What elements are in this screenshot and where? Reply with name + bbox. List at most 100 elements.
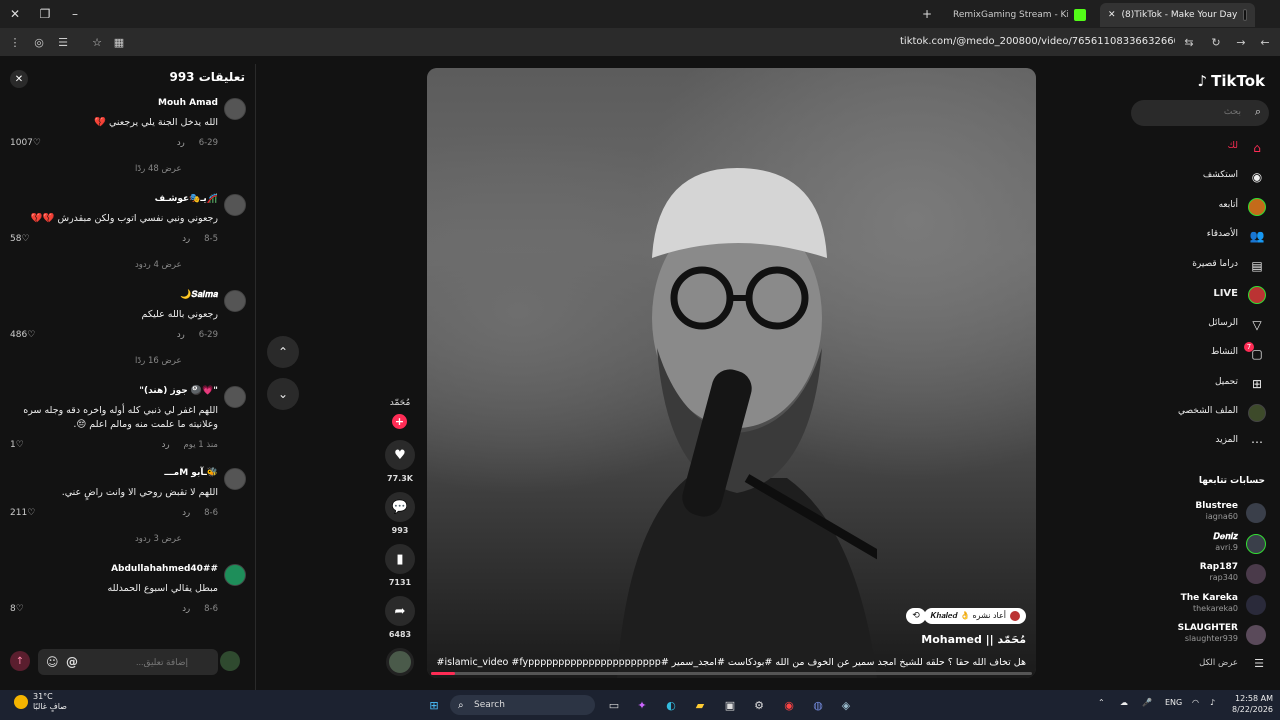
comment-author[interactable]: مـــM ـآبو🐝 [164, 468, 218, 478]
search-icon[interactable]: ⌕ [1255, 105, 1261, 119]
like-count[interactable]: 1♡ [10, 440, 24, 450]
nav-friends[interactable]: 👥 الأصدقاء [1124, 224, 1280, 248]
view-replies-button[interactable]: عرض 4 ردود [135, 260, 182, 270]
tab-close-icon[interactable]: ✕ [1108, 10, 1116, 20]
reply-button[interactable]: رد [162, 440, 170, 450]
nav-explore[interactable]: ◉ استكشف [1124, 165, 1280, 189]
share-icon[interactable]: ➦ [385, 596, 415, 626]
nav-for-you[interactable]: ⌂ لك [1124, 136, 1280, 160]
back-icon[interactable]: ← [1254, 28, 1276, 56]
video-player[interactable]: 𝑲𝒉𝒂𝒍𝒆𝒅 👌 أعاد نشره ⟲ Mohamed || مُحَمّد … [427, 68, 1036, 678]
follow-button[interactable]: + [392, 414, 407, 429]
avatar[interactable] [224, 468, 246, 490]
like-action[interactable]: ♥ 77.3K [383, 440, 417, 483]
like-count[interactable]: 1007♡ [10, 138, 41, 148]
mention-icon[interactable]: @ [66, 655, 78, 669]
nav-following[interactable]: أتابعه [1124, 195, 1280, 219]
comment-input-box[interactable]: ☺ @ [38, 649, 218, 675]
microphone-icon[interactable]: 🎤 [1142, 698, 1152, 707]
reading-list-icon[interactable]: ☰ [52, 28, 74, 56]
reply-button[interactable]: رد [177, 138, 185, 148]
bookmark-icon[interactable]: ▮ [385, 544, 415, 574]
cloud-icon[interactable]: ☁ [1120, 698, 1128, 707]
avatar[interactable] [224, 290, 246, 312]
reply-button[interactable]: رد [182, 234, 190, 244]
extension-icon[interactable]: ▦ [108, 28, 130, 56]
copilot-icon[interactable]: ✦ [632, 695, 652, 715]
video-progress-bar[interactable] [431, 672, 1032, 675]
file-explorer-icon[interactable]: ▰ [690, 695, 710, 715]
nav-live[interactable]: LIVE [1124, 283, 1280, 307]
store-icon[interactable]: ▣ [720, 695, 740, 715]
new-tab-icon[interactable]: + [912, 0, 942, 28]
reload-icon[interactable]: ↻ [1205, 28, 1227, 56]
author-name-short[interactable]: مُحَمّد [386, 398, 414, 408]
nav-short-drama[interactable]: ▤ دراما قصيرة [1124, 254, 1280, 278]
tab-tiktok[interactable]: ✕ (8)TikTok - Make Your Day [1100, 3, 1255, 27]
avatar[interactable] [224, 98, 246, 120]
share-action[interactable]: ➦ 6483 [383, 596, 417, 639]
site-settings-icon[interactable]: ⇆ [1178, 28, 1200, 56]
restore-window-icon[interactable]: ❐ [30, 0, 60, 28]
like-count[interactable]: 58♡ [10, 234, 30, 244]
reply-button[interactable]: رد [182, 508, 190, 518]
windows-start-icon[interactable]: ⊞ [424, 695, 444, 715]
close-window-icon[interactable]: ✕ [0, 0, 30, 28]
next-video-button[interactable]: ⌄ [267, 378, 299, 410]
nav-messages[interactable]: ▽ الرسائل [1124, 313, 1280, 337]
tiktok-logo[interactable]: ♪ TikTok [1198, 72, 1265, 90]
previous-video-button[interactable]: ⌃ [267, 336, 299, 368]
taskbar-search[interactable]: ⌕ Search [450, 695, 595, 715]
following-account[interactable]: Blustree iagna60 [1124, 499, 1280, 527]
tab-kick[interactable]: RemixGaming Stream - Kick Da [945, 3, 1095, 27]
video-author-name[interactable]: Mohamed || مُحَمّد [921, 633, 1026, 646]
profile-icon[interactable]: ◎ [28, 28, 50, 56]
nav-activity[interactable]: ▢ 7 النشاط [1124, 342, 1280, 366]
like-count[interactable]: 486♡ [10, 330, 35, 340]
following-account[interactable]: 𝑫𝒆𝒏𝒊𝒛 avri.9 [1124, 530, 1280, 558]
view-replies-button[interactable]: عرض 16 ردًا [135, 356, 182, 366]
minimize-window-icon[interactable]: – [60, 0, 90, 28]
comment-author[interactable]: "جوز (هند) 🎱💗" [139, 386, 218, 396]
avatar[interactable] [224, 386, 246, 408]
nav-profile[interactable]: الملف الشخصي [1124, 401, 1280, 425]
following-account[interactable]: The Kareka thekareka0 [1124, 591, 1280, 619]
repost-tag[interactable]: 𝑲𝒉𝒂𝒍𝒆𝒅 👌 أعاد نشره [924, 608, 1026, 624]
favorite-star-icon[interactable]: ☆ [86, 28, 108, 56]
search-input[interactable] [1151, 106, 1241, 116]
discord-icon[interactable]: ◍ [808, 695, 828, 715]
comment-author[interactable]: Abdullahahmed40## [111, 564, 218, 574]
music-disc-icon[interactable] [386, 648, 414, 676]
view-replies-button[interactable]: عرض 3 ردود [135, 534, 182, 544]
task-view-icon[interactable]: ▭ [604, 695, 624, 715]
close-comments-icon[interactable]: ✕ [10, 70, 28, 88]
see-all-button[interactable]: ☰ عرض الكل [1124, 656, 1280, 676]
send-comment-button[interactable]: ↑ [10, 651, 30, 671]
tray-chevron-up-icon[interactable]: ⌃ [1098, 698, 1105, 707]
avatar[interactable] [224, 564, 246, 586]
comment-author[interactable]: Mouh Amad [158, 98, 218, 108]
nav-upload[interactable]: ⊞ تحميل [1124, 372, 1280, 396]
forward-icon[interactable]: → [1230, 28, 1252, 56]
comment-icon[interactable]: 💬 [385, 492, 415, 522]
like-count[interactable]: 211♡ [10, 508, 35, 518]
avatar[interactable] [224, 194, 246, 216]
bookmark-action[interactable]: ▮ 7131 [383, 544, 417, 587]
steam-icon[interactable]: ◈ [836, 695, 856, 715]
settings-gear-icon[interactable]: ⚙ [749, 695, 769, 715]
reply-button[interactable]: رد [177, 330, 185, 340]
url-field[interactable]: tiktok.com/@medo_200800/video/7656110833… [900, 36, 1175, 47]
repost-icon[interactable]: ⟲ [906, 608, 926, 624]
comment-author[interactable]: يـ🎭عوشـف🎢 [155, 194, 218, 204]
following-account[interactable]: SLAUGHTER slaughter939 [1124, 621, 1280, 649]
menu-dots-icon[interactable]: ⋮ [4, 28, 26, 56]
volume-icon[interactable]: ♪ [1210, 698, 1215, 707]
comment-input[interactable] [88, 657, 188, 667]
comment-action[interactable]: 💬 993 [383, 492, 417, 535]
reply-button[interactable]: رد [182, 604, 190, 614]
nav-more[interactable]: ⋯ المزيد [1124, 430, 1280, 454]
edge-icon[interactable]: ◐ [661, 695, 681, 715]
comment-author[interactable]: 🌙𝑺𝒂𝒍𝒎𝒂 [180, 290, 218, 300]
search-box[interactable]: ⌕ [1131, 100, 1269, 126]
like-count[interactable]: 8♡ [10, 604, 24, 614]
